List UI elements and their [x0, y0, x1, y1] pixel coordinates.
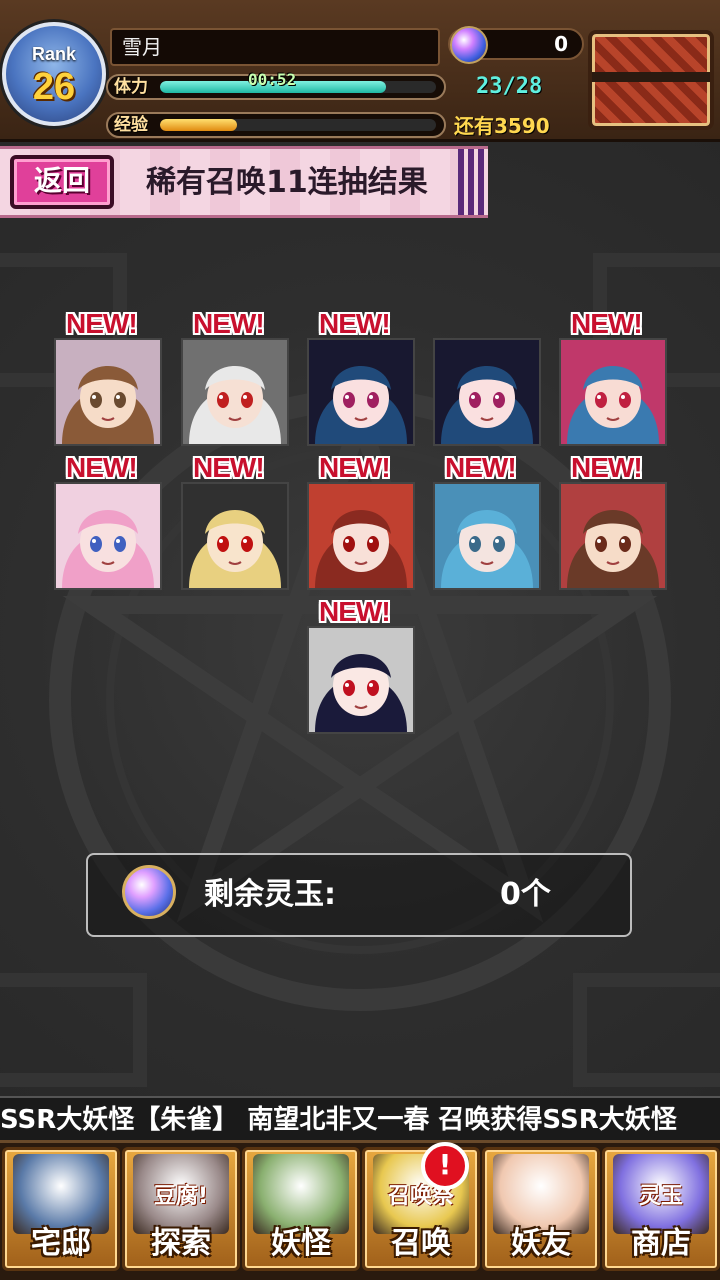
nav-label: 探索 — [151, 1226, 211, 1261]
header-banner: 返回 稀有召唤11连抽结果 — [0, 146, 488, 218]
ticker-text: SSR大妖怪【朱雀】 南望北非又一春 召唤获得SSR大妖怪 — [0, 1105, 677, 1135]
result-card[interactable] — [433, 338, 541, 446]
spirit-orb-icon — [122, 865, 176, 919]
result-card[interactable]: NEW! — [307, 596, 415, 734]
stamina-value: 23/28 — [476, 74, 543, 99]
new-badge: NEW! — [193, 452, 265, 483]
result-card[interactable]: NEW! — [559, 308, 667, 446]
exp-label: 经验 — [114, 115, 148, 135]
character-portrait — [561, 484, 665, 588]
new-badge: NEW! — [193, 308, 265, 339]
news-ticker: SSR大妖怪【朱雀】 南望北非又一春 召唤获得SSR大妖怪 — [0, 1096, 720, 1140]
storage-box-icon[interactable] — [588, 30, 714, 130]
nav-yokai-button[interactable]: 妖怪 — [242, 1147, 360, 1271]
character-portrait — [56, 340, 160, 444]
remaining-orb-panel: 剩余灵玉: 0个 — [86, 853, 632, 937]
nav-label: 商店 — [631, 1226, 691, 1261]
character-portrait — [309, 484, 413, 588]
rank-value: 26 — [32, 66, 76, 108]
nav-label: 召唤 — [391, 1226, 451, 1261]
remaining-value: 0个 — [500, 877, 551, 912]
new-badge: NEW! — [571, 308, 643, 339]
exp-remaining: 还有3590 — [454, 114, 550, 138]
result-card[interactable]: NEW! — [433, 452, 541, 590]
new-badge: NEW! — [319, 596, 391, 627]
result-card[interactable]: NEW! — [181, 452, 289, 590]
result-card[interactable]: NEW! — [307, 452, 415, 590]
rank-label: Rank — [31, 44, 76, 64]
character-portrait — [561, 340, 665, 444]
exp-fill — [160, 119, 238, 131]
nav-label: 妖友 — [511, 1226, 571, 1261]
nav-explore-button[interactable]: 豆腐! 探索 — [122, 1147, 240, 1271]
character-portrait — [435, 484, 539, 588]
new-badge: NEW! — [319, 452, 391, 483]
remaining-label: 剩余灵玉: — [204, 877, 336, 912]
result-card[interactable]: NEW! — [307, 308, 415, 446]
nav-label: 宅邸 — [31, 1226, 91, 1261]
new-badge: NEW! — [66, 308, 138, 339]
new-badge: NEW! — [319, 308, 391, 339]
summon-results-screen: Rank 26 雪月 体力 00:52 经验 0 23/28 还有3590 返回… — [0, 0, 720, 1280]
back-button[interactable]: 返回 — [10, 155, 114, 209]
character-portrait — [309, 340, 413, 444]
exp-bar: 经验 — [106, 112, 446, 138]
bottom-nav: 宅邸 豆腐! 探索 妖怪 召唤祭 召唤! 妖友 灵玉 商店 — [0, 1140, 720, 1280]
orb-icon — [450, 26, 488, 64]
character-portrait — [183, 340, 287, 444]
nav-shop-button[interactable]: 灵玉 商店 — [602, 1147, 720, 1271]
nav-art-text: 豆腐! — [153, 1184, 209, 1209]
rank-badge[interactable]: Rank 26 — [2, 22, 106, 126]
result-card[interactable]: NEW! — [54, 452, 162, 590]
character-portrait — [435, 340, 539, 444]
character-portrait — [183, 484, 287, 588]
character-portrait — [56, 484, 160, 588]
player-name: 雪月 — [110, 28, 440, 66]
status-bar: Rank 26 雪月 体力 00:52 经验 0 23/28 还有3590 — [0, 0, 720, 142]
nav-friends-button[interactable]: 妖友 — [482, 1147, 600, 1271]
page-title: 稀有召唤11连抽结果 — [146, 165, 428, 200]
character-portrait — [309, 628, 413, 732]
banner-stripe — [458, 149, 486, 215]
orb-counter[interactable]: 0 — [448, 26, 584, 64]
result-card[interactable]: NEW! — [181, 308, 289, 446]
result-card[interactable]: NEW! — [559, 452, 667, 590]
notification-badge: ! — [421, 1142, 469, 1190]
nav-home-button[interactable]: 宅邸 — [2, 1147, 120, 1271]
stamina-label: 体力 — [114, 77, 148, 97]
result-card[interactable]: NEW! — [54, 308, 162, 446]
nav-summon-button[interactable]: 召唤祭 召唤! — [362, 1142, 480, 1271]
nav-art-text: 灵玉 — [638, 1184, 683, 1209]
nav-label: 妖怪 — [271, 1226, 331, 1261]
new-badge: NEW! — [571, 452, 643, 483]
stamina-timer: 00:52 — [248, 70, 297, 89]
orb-count: 0 — [554, 32, 568, 56]
new-badge: NEW! — [66, 452, 138, 483]
stamina-bar: 体力 00:52 — [106, 70, 446, 100]
new-badge: NEW! — [445, 452, 517, 483]
